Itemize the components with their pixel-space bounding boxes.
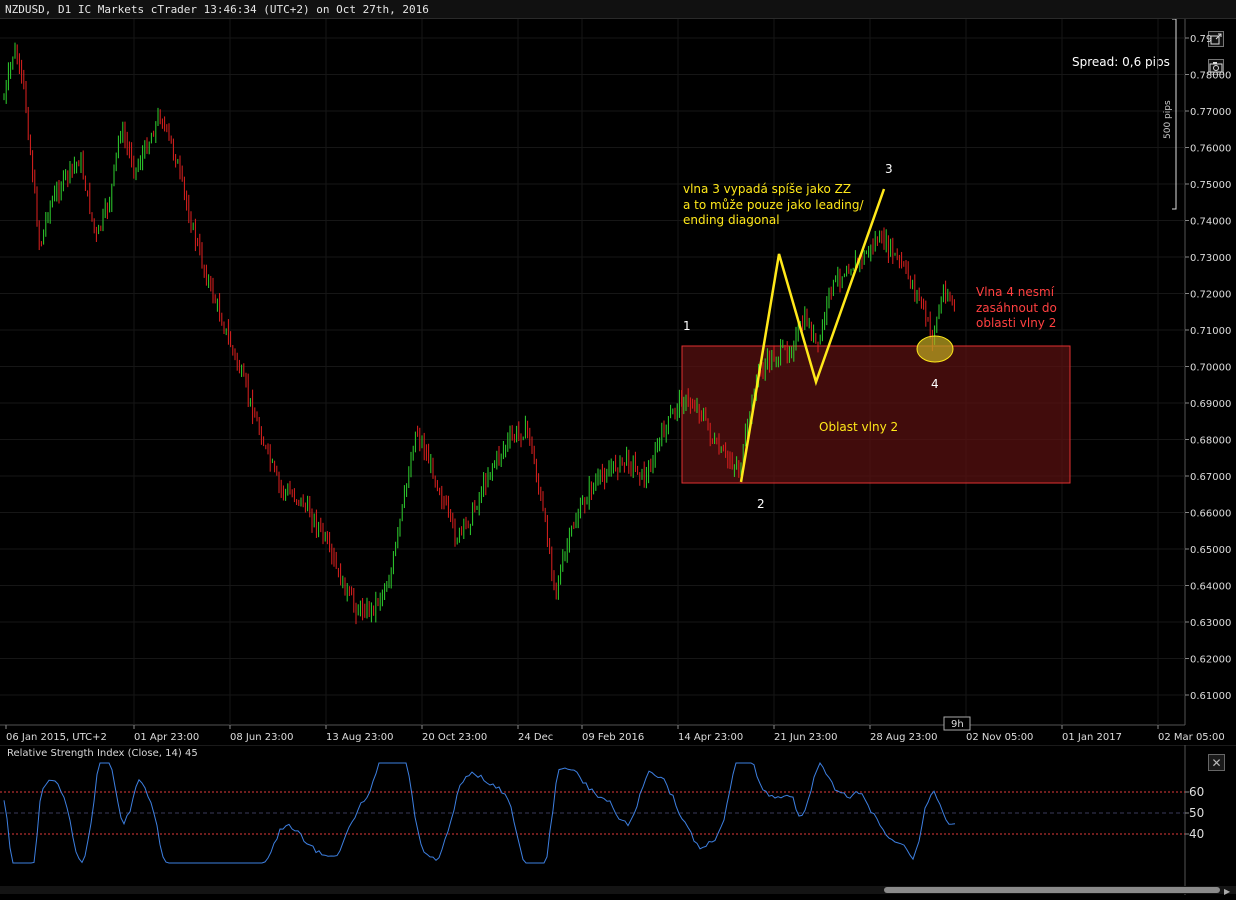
price-axis-label: 0.72000 (1190, 290, 1231, 301)
scale-label: 500 pips (1163, 100, 1173, 139)
rsi-chart[interactable]: 60 50 40 ▶ (0, 745, 1236, 895)
time-axis-label: 06 Jan 2015, UTC+2 (6, 732, 107, 743)
price-axis-label: 0.66000 (1190, 509, 1231, 520)
price-axis-label: 0.77000 (1190, 107, 1231, 118)
chart-header: NZDUSD, D1 IC Markets cTrader 13:46:34 (… (0, 0, 1236, 19)
price-axis-label: 0.79 (1190, 34, 1212, 45)
wave4-note-line1: Vlna 4 nesmí (976, 285, 1055, 299)
price-axis-label: 0.68000 (1190, 436, 1231, 447)
price-axis-label: 0.65000 (1190, 545, 1231, 556)
price-axis-label: 0.78000 (1190, 71, 1231, 82)
price-axis-label: 0.74000 (1190, 217, 1231, 228)
price-axis-label: 0.75000 (1190, 180, 1231, 191)
time-axis-label: 24 Dec (518, 732, 553, 743)
wave4-note-line2: zasáhnout do (976, 301, 1057, 315)
price-axis-label: 0.64000 (1190, 582, 1231, 593)
time-axis-label: 02 Nov 05:00 (966, 732, 1033, 743)
wave4-note-line3: oblasti vlny 2 (976, 316, 1056, 330)
time-axis-label: 08 Jun 23:00 (230, 732, 294, 743)
zone-label: Oblast vlny 2 (819, 420, 898, 434)
time-axis: 06 Jan 2015, UTC+2 01 Apr 23:00 08 Jun 23:… (5, 725, 1225, 743)
rsi-axis-60: 60 (1189, 785, 1204, 799)
time-axis-label: 01 Jan 2017 (1062, 732, 1122, 743)
wave-label-1: 1 (683, 319, 691, 333)
wave-label-4: 4 (931, 377, 939, 391)
price-axis-label: 0.67000 (1190, 472, 1231, 483)
wave-label-2: 2 (757, 497, 765, 511)
rsi-axis-40: 40 (1189, 827, 1204, 841)
wave3-note-line2: a to může pouze jako leading/ (683, 198, 864, 212)
time-axis-label: 02 Mar 05:00 (1158, 732, 1225, 743)
price-axis-label: 0.69000 (1190, 399, 1231, 410)
time-axis-label: 01 Apr 23:00 (134, 732, 199, 743)
price-axis-label: 0.73000 (1190, 253, 1231, 264)
time-axis-label: 09 Feb 2016 (582, 732, 644, 743)
price-axis-label: 0.61000 (1190, 691, 1231, 702)
time-axis-label: 28 Aug 23:00 (870, 732, 937, 743)
price-axis: 0.79 0.78000 0.77000 0.76000 0.75000 0.74000 0… (1185, 34, 1231, 702)
wave3-note-line1: vlna 3 vypadá spíše jako ZZ (683, 182, 851, 196)
price-axis-label: 0.76000 (1190, 144, 1231, 155)
time-axis-label: 20 Oct 23:00 (422, 732, 487, 743)
time-axis-label: 14 Apr 23:00 (678, 732, 743, 743)
price-axis-label: 0.63000 (1190, 618, 1231, 629)
wave4-highlight (916, 335, 954, 363)
horizontal-scrollbar-thumb[interactable] (884, 887, 1220, 893)
wave3-note-line3: ending diagonal (683, 213, 780, 227)
wave-label-3: 3 (885, 162, 893, 176)
time-marker: 9h (951, 719, 964, 730)
time-axis-label: 13 Aug 23:00 (326, 732, 393, 743)
price-chart[interactable]: 500 pips 1 2 3 4 vlna 3 vypadá spíše jak… (0, 19, 1236, 764)
time-axis-label: 21 Jun 23:00 (774, 732, 838, 743)
wave2-zone (681, 345, 1071, 484)
candlestick-series (3, 42, 955, 625)
price-axis-label: 0.71000 (1190, 326, 1231, 337)
scroll-right-arrow-icon[interactable]: ▶ (1224, 887, 1231, 895)
chart-title: NZDUSD, D1 IC Markets cTrader 13:46:34 (… (5, 3, 429, 16)
price-axis-label: 0.62000 (1190, 655, 1231, 666)
rsi-axis-50: 50 (1189, 806, 1204, 820)
price-axis-label: 0.70000 (1190, 363, 1231, 374)
